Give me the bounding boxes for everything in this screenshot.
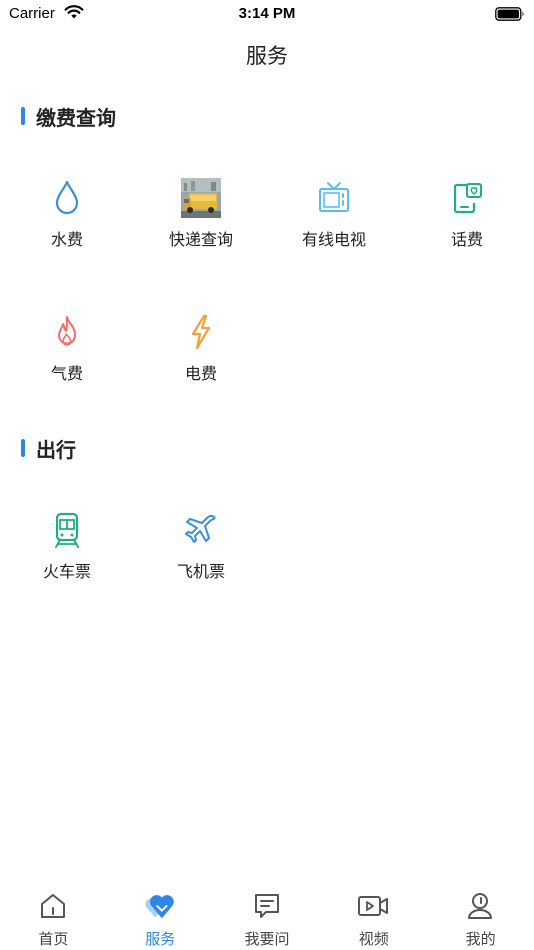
profile-icon	[464, 890, 496, 922]
tab-label: 视频	[358, 930, 389, 948]
tv-icon	[314, 178, 354, 218]
heart-icon	[144, 890, 176, 922]
section-title: 缴费查询	[36, 106, 116, 130]
service-phone-bill[interactable]: 话费	[400, 178, 534, 258]
airplane-icon	[181, 510, 221, 550]
tab-video[interactable]: 视频	[320, 880, 427, 950]
service-train-ticket[interactable]: 火车票	[0, 510, 134, 590]
status-bar: Carrier 3:14 PM	[0, 0, 534, 28]
service-label: 有线电视	[301, 230, 366, 249]
service-label: 电费	[184, 364, 217, 383]
tab-home[interactable]: 首页	[0, 880, 107, 950]
tab-bar: 首页 服务 我要问 视频 我的	[0, 880, 534, 950]
train-icon	[47, 510, 87, 550]
section-title: 出行	[36, 438, 76, 462]
tab-ask[interactable]: 我要问	[214, 880, 321, 950]
page-title: 服务	[246, 44, 288, 68]
service-express[interactable]: 快递查询	[134, 178, 268, 258]
service-label: 话费	[450, 230, 483, 249]
tab-profile[interactable]: 我的	[427, 880, 534, 950]
water-drop-icon	[47, 178, 87, 218]
service-gas[interactable]: 气费	[0, 312, 134, 392]
flame-icon	[47, 312, 87, 352]
message-icon	[251, 890, 283, 922]
video-icon	[357, 890, 389, 922]
section-accent-bar	[21, 439, 25, 457]
service-label: 水费	[50, 230, 83, 249]
clock: 3:14 PM	[238, 5, 296, 22]
service-flight-ticket[interactable]: 飞机票	[134, 510, 268, 590]
section-accent-bar	[21, 107, 25, 125]
phone-bill-icon	[447, 178, 487, 218]
tab-label: 我要问	[244, 930, 290, 948]
service-label: 气费	[50, 364, 83, 383]
service-electricity[interactable]: 电费	[134, 312, 268, 392]
service-label: 飞机票	[176, 562, 225, 581]
service-cable-tv[interactable]: 有线电视	[267, 178, 401, 258]
tab-label: 首页	[38, 930, 69, 948]
service-label: 快递查询	[168, 230, 233, 249]
delivery-truck-image	[181, 178, 221, 218]
tab-label: 我的	[465, 930, 496, 948]
tab-label: 服务	[145, 930, 176, 948]
service-water[interactable]: 水费	[0, 178, 134, 258]
lightning-icon	[181, 312, 221, 352]
home-icon	[37, 890, 69, 922]
tab-services[interactable]: 服务	[107, 880, 214, 950]
service-label: 火车票	[42, 562, 91, 581]
battery-icon	[495, 6, 525, 25]
